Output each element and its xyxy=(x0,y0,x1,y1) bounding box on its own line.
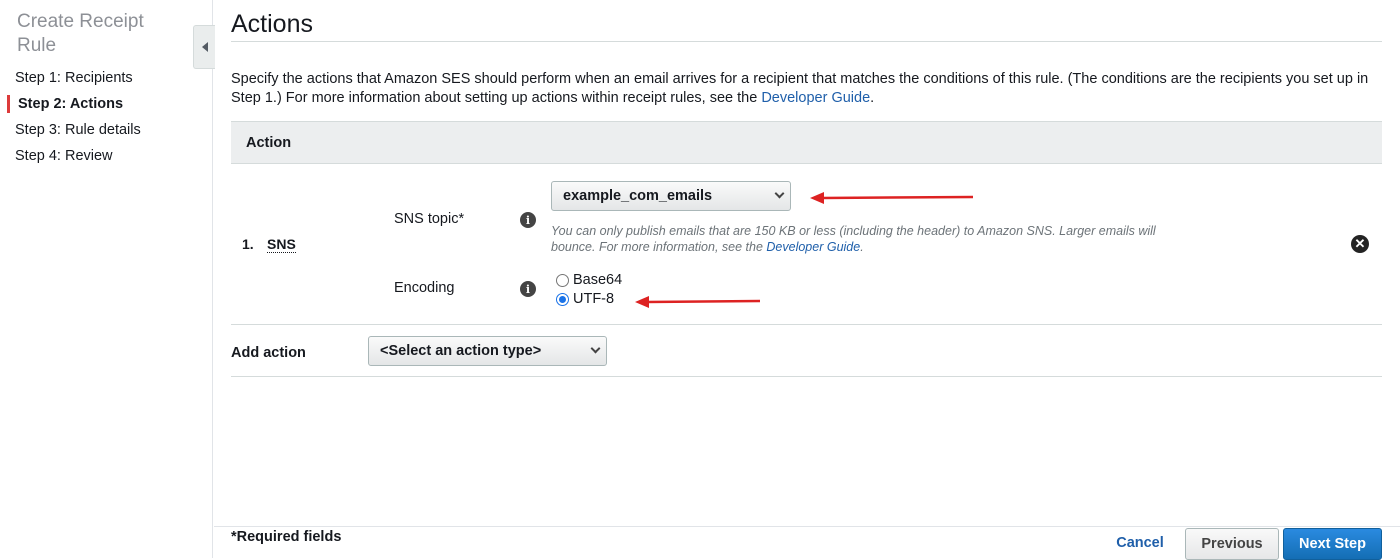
caret-left-icon xyxy=(201,42,208,52)
active-step-marker xyxy=(7,95,10,113)
previous-button[interactable]: Previous xyxy=(1185,528,1279,560)
title-divider xyxy=(231,41,1382,42)
sidebar: Create Receipt Rule Step 1: Recipients S… xyxy=(0,0,213,558)
required-fields-note: *Required fields xyxy=(231,529,342,545)
step-rule-details[interactable]: Step 3: Rule details xyxy=(15,122,141,138)
info-icon[interactable]: i xyxy=(520,281,536,297)
intro-paragraph: Specify the actions that Amazon SES shou… xyxy=(231,70,1391,108)
encoding-option-label: UTF-8 xyxy=(573,291,615,307)
annotation-arrow-topic xyxy=(810,192,974,204)
add-action-divider xyxy=(231,376,1382,377)
sns-size-hint: You can only publish emails that are 150… xyxy=(551,223,1191,255)
action-table-header: Action xyxy=(231,121,1382,164)
sns-topic-value: example_com_emails xyxy=(563,188,713,204)
hint-developer-guide-link[interactable]: Developer Guide xyxy=(766,240,860,254)
step-actions[interactable]: Step 2: Actions xyxy=(18,96,123,112)
footer-divider xyxy=(214,526,1400,527)
add-action-label: Add action xyxy=(231,345,306,361)
developer-guide-link[interactable]: Developer Guide xyxy=(761,90,870,106)
sns-topic-label: SNS topic* xyxy=(394,211,465,227)
sns-topic-select[interactable]: example_com_emails xyxy=(551,181,791,211)
radio-utf8[interactable] xyxy=(556,292,569,306)
row-divider xyxy=(231,324,1382,325)
sidebar-collapse-button[interactable] xyxy=(193,25,215,69)
action-type-select[interactable]: <Select an action type> xyxy=(368,336,607,366)
step-review[interactable]: Step 4: Review xyxy=(15,148,113,164)
next-step-button[interactable]: Next Step xyxy=(1283,528,1382,560)
encoding-option-label: Base64 xyxy=(573,272,623,288)
action-header-label: Action xyxy=(246,135,292,151)
chevron-down-icon xyxy=(774,188,785,199)
intro-end: . xyxy=(870,90,875,106)
action-type-value: <Select an action type> xyxy=(380,343,542,359)
radio-base64[interactable] xyxy=(556,273,569,287)
cancel-button[interactable]: Cancel xyxy=(1100,527,1180,558)
encoding-label: Encoding xyxy=(394,280,455,296)
action-row-number: 1. xyxy=(242,236,254,252)
hint-end: . xyxy=(860,240,864,254)
sidebar-title: Create Receipt Rule xyxy=(17,11,144,56)
close-circle-icon[interactable]: ✕ xyxy=(1351,235,1369,253)
action-row-name[interactable]: SNS xyxy=(267,236,296,253)
encoding-option-base64[interactable]: Base64 xyxy=(556,272,622,288)
chevron-down-icon xyxy=(590,343,601,354)
info-icon[interactable]: i xyxy=(520,212,536,228)
encoding-option-utf8[interactable]: UTF-8 xyxy=(556,291,614,307)
step-recipients[interactable]: Step 1: Recipients xyxy=(15,70,133,86)
annotation-arrow-encoding xyxy=(635,296,761,308)
page-title: Actions xyxy=(231,10,313,38)
